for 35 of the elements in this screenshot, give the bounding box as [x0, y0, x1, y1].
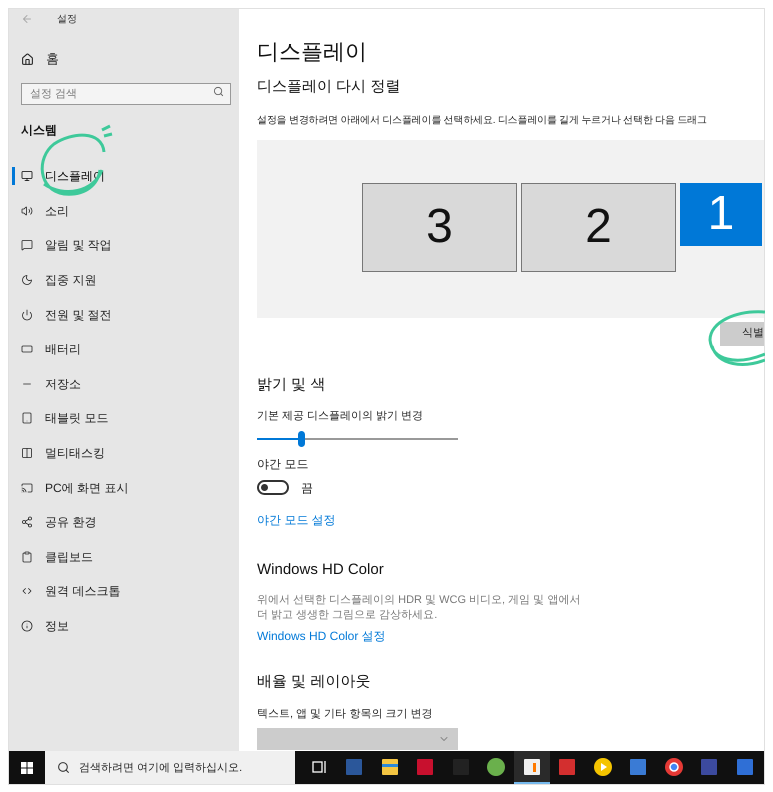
- section-heading: 배율 및 레이아웃: [257, 672, 372, 692]
- nav-item[interactable]: 배터리: [21, 332, 231, 367]
- nav-item[interactable]: 집중 지원: [21, 262, 231, 298]
- nav-item[interactable]: 원격 데스크톱: [21, 574, 231, 609]
- search-field[interactable]: 설정 검색: [21, 83, 231, 105]
- nav-item[interactable]: 저장소: [21, 366, 231, 402]
- dropdown-label: 텍스트, 앱 및 기타 항목의 크기 변경: [257, 706, 434, 722]
- nav-item[interactable]: 클립보드: [21, 540, 231, 574]
- window-title: 설정: [57, 12, 77, 26]
- taskbar-search-field[interactable]: 검색하려면 여기에 입력하십시오.: [45, 751, 295, 784]
- toggle-state: 끔: [301, 480, 313, 496]
- section-heading: Windows HD Color: [257, 560, 385, 580]
- nav-item[interactable]: 멀티태스킹: [21, 436, 231, 470]
- section-title: 시스템: [21, 122, 58, 139]
- toggle-label: 야간 모드: [257, 456, 310, 472]
- identify-button[interactable]: 식별: [720, 322, 764, 346]
- section-heading: 디스플레이 다시 정렬: [257, 77, 402, 97]
- night-mode-settings-link[interactable]: 야간 모드 설정: [257, 510, 336, 528]
- monitor-tile[interactable]: 2: [521, 182, 676, 272]
- slider-label: 기본 제공 디스플레이의 밝기 변경: [257, 409, 424, 424]
- nav-item[interactable]: 태블릿 모드: [21, 401, 231, 436]
- nav-item[interactable]: 공유 환경: [21, 504, 231, 540]
- nav-item[interactable]: 정보: [21, 608, 231, 644]
- nav-item[interactable]: 알림 및 작업: [21, 228, 231, 263]
- monitor-tile[interactable]: 3: [362, 182, 517, 272]
- section-heading: 밝기 및 색: [257, 374, 326, 394]
- home-item[interactable]: 홈: [21, 49, 231, 69]
- description: 설정을 변경하려면 아래에서 디스플레이를 선택하세요. 디스플레이를 길게 누르거나 선택한 다음 드래그: [257, 114, 707, 128]
- nav-item[interactable]: 전원 및 절전: [21, 297, 231, 332]
- monitor-tile[interactable]: 1: [680, 182, 762, 246]
- page-title: 디스플레이: [257, 38, 368, 66]
- description: 위에서 선택한 디스플레이의 HDR 및 WCG 비디오, 게임 및 앱에서 더 밝고 생생한 그림으로 감상하세요.: [257, 593, 582, 623]
- nav-item[interactable]: PC에 화면 표시: [21, 470, 231, 505]
- nav-item[interactable]: 소리: [21, 194, 231, 228]
- hd-color-settings-link[interactable]: Windows HD Color 설정: [257, 627, 386, 645]
